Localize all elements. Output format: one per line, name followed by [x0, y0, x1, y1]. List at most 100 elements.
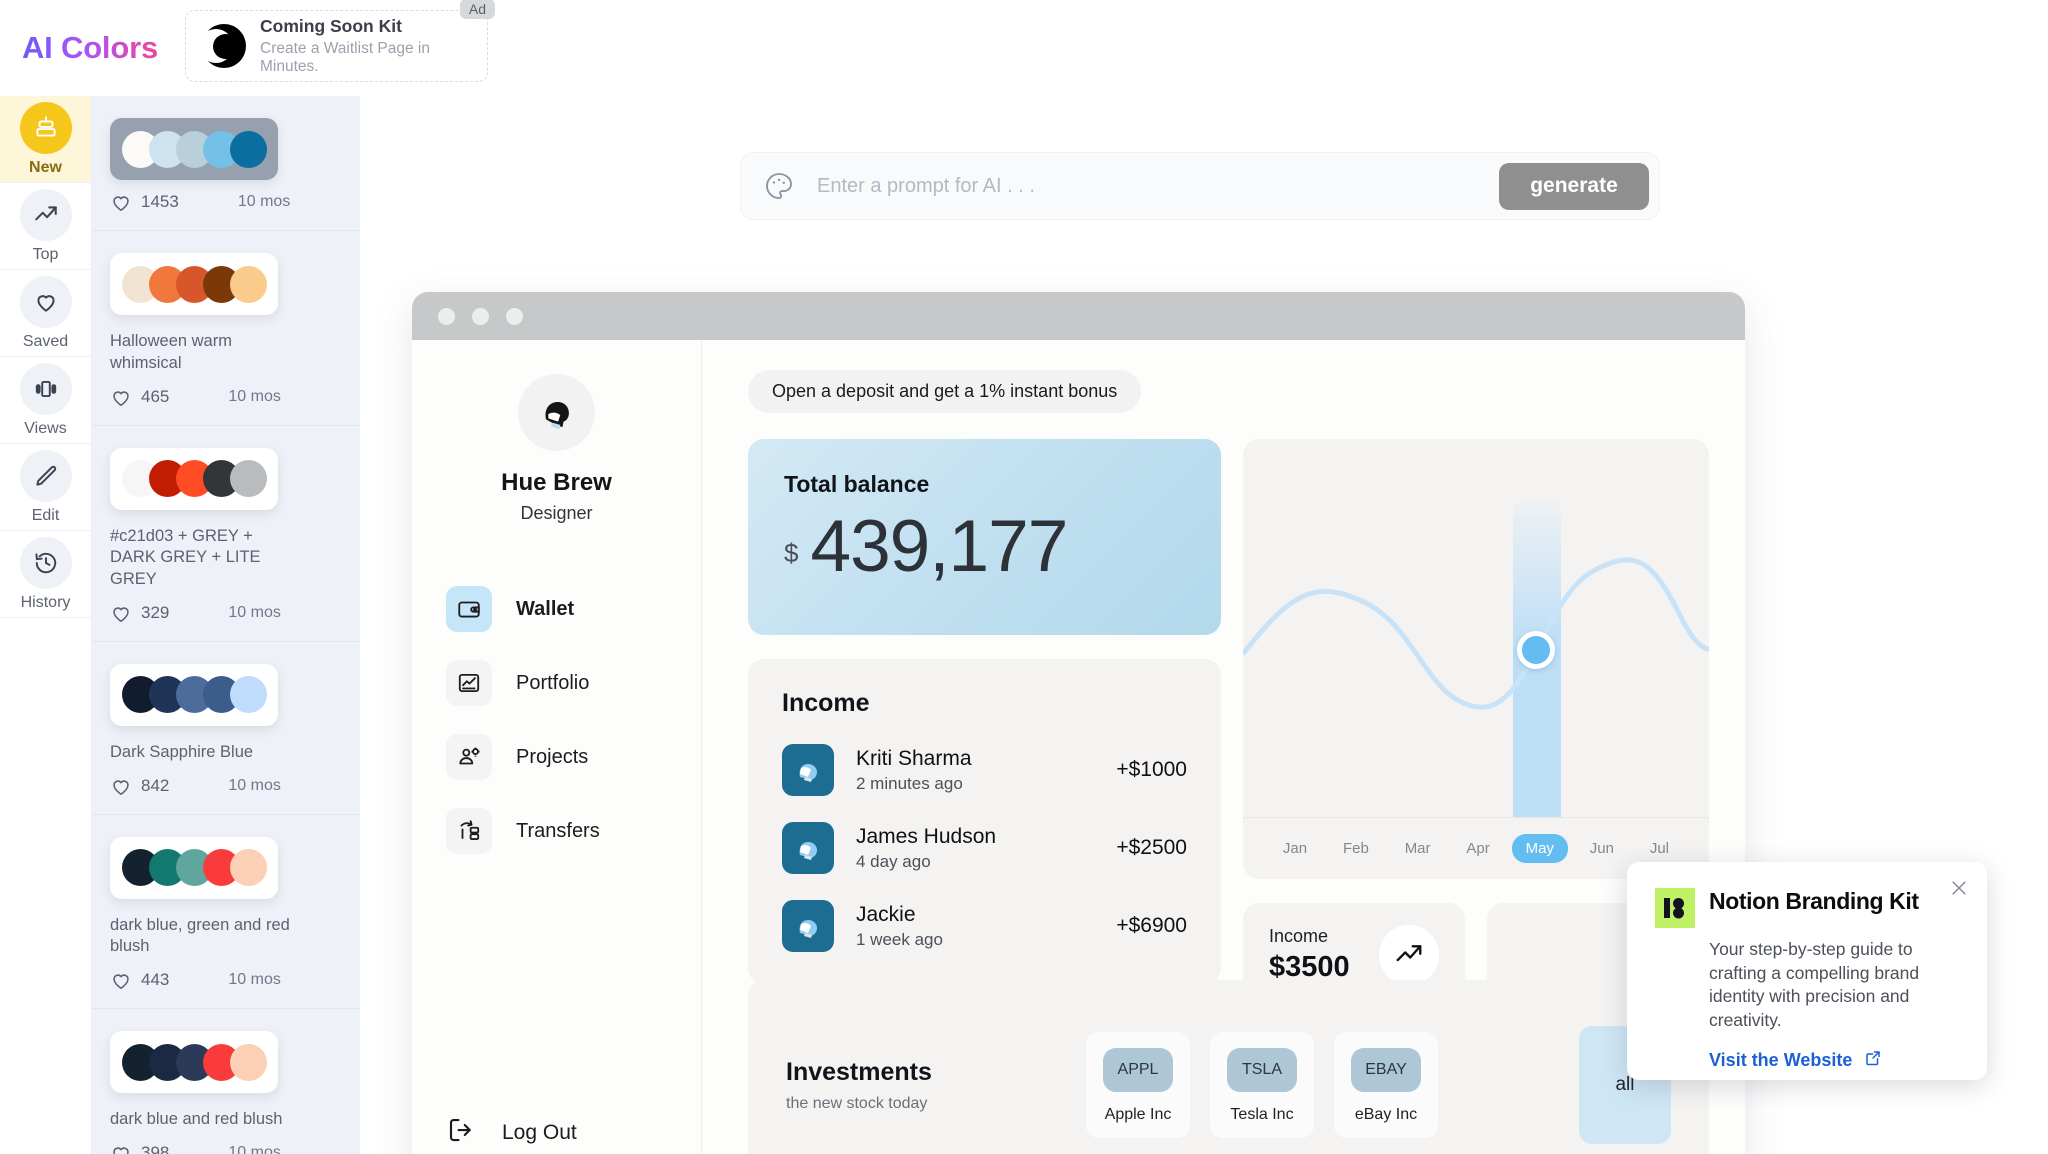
- preview-nav-portfolio[interactable]: Portfolio: [446, 660, 701, 706]
- income-row[interactable]: James Hudson 4 day ago +$2500: [782, 822, 1187, 874]
- rail-label-new: New: [29, 158, 62, 176]
- palette-swatch-card[interactable]: [110, 118, 278, 180]
- carousel-icon: [19, 362, 72, 415]
- preview-main: Open a deposit and get a 1% instant bonu…: [702, 340, 1745, 1154]
- palette-age: 10 mos: [228, 1143, 281, 1154]
- income-timestamp: 2 minutes ago: [856, 773, 963, 793]
- window-dot-maximize[interactable]: [506, 307, 523, 325]
- income-avatar: [782, 900, 834, 952]
- rail-label-saved: Saved: [22, 332, 69, 350]
- income-timestamp: 4 day ago: [856, 851, 931, 871]
- logout-button[interactable]: Log Out: [446, 1115, 577, 1150]
- chart-selected-marker[interactable]: [1517, 631, 1556, 669]
- generate-button[interactable]: generate: [1499, 162, 1649, 210]
- rail-item-saved[interactable]: Saved: [0, 270, 91, 357]
- income-person-name: Jackie: [856, 902, 916, 926]
- chart-x-tick[interactable]: Jun: [1576, 834, 1628, 863]
- left-nav-rail: New Top Saved Views Edit History: [0, 96, 92, 1154]
- profile-name: Hue Brew: [501, 469, 612, 496]
- rail-item-history[interactable]: History: [0, 531, 91, 618]
- palette-swatch-card[interactable]: [110, 253, 278, 315]
- palette-like-count: 329: [141, 602, 170, 622]
- investment-chip[interactable]: EBAY eBay Inc: [1334, 1032, 1438, 1138]
- investments-title: Investments: [786, 1057, 932, 1086]
- app-logo[interactable]: AI Colors: [22, 30, 158, 66]
- heart-icon[interactable]: [110, 192, 132, 212]
- palette-swatch-card[interactable]: [110, 663, 278, 726]
- heart-icon[interactable]: [110, 776, 132, 796]
- palette-swatch-card[interactable]: [110, 836, 278, 899]
- deposit-banner[interactable]: Open a deposit and get a 1% instant bonu…: [748, 370, 1142, 413]
- heart-icon: [19, 275, 72, 328]
- window-dot-minimize[interactable]: [472, 307, 489, 325]
- heart-icon[interactable]: [110, 387, 132, 407]
- palette-list-item[interactable]: dark blue and red blush 398 10 mos: [92, 1009, 360, 1154]
- prompt-bar: generate: [740, 152, 1660, 220]
- investment-chip[interactable]: APPL Apple Inc: [1086, 1032, 1190, 1138]
- clock-history-icon: [19, 536, 72, 589]
- investment-name: Apple Inc: [1104, 1106, 1172, 1123]
- chart-x-tick[interactable]: Feb: [1329, 834, 1383, 863]
- income-card: Income Kriti Sharma 2 minutes ago +$1000…: [748, 659, 1221, 984]
- income-title: Income: [782, 689, 870, 717]
- rail-item-new[interactable]: New: [0, 96, 91, 183]
- visit-website-link[interactable]: Visit the Website: [1709, 1049, 1959, 1072]
- income-row[interactable]: Kriti Sharma 2 minutes ago +$1000: [782, 744, 1187, 796]
- heart-icon[interactable]: [110, 1143, 132, 1154]
- ad-badge: Ad: [459, 0, 495, 19]
- rail-item-edit[interactable]: Edit: [0, 444, 91, 531]
- palette-swatch-card[interactable]: [110, 447, 278, 510]
- palette-list-item[interactable]: 1453 10 mos: [92, 96, 360, 231]
- income-amount: +$6900: [1116, 914, 1187, 937]
- palette-list-item[interactable]: dark blue, green and red blush 443 10 mo…: [92, 815, 360, 1010]
- moon-icon: [199, 24, 246, 68]
- notion-popup-body: Your step-by-step guide to crafting a co…: [1709, 939, 1920, 1030]
- heart-icon[interactable]: [110, 970, 132, 990]
- preview-nav-label-projects: Projects: [516, 745, 589, 768]
- wallet-icon: [446, 586, 492, 632]
- palette-like-count: 443: [141, 970, 170, 990]
- palette-name: dark blue, green and red blush: [110, 915, 290, 956]
- window-dot-close[interactable]: [438, 307, 455, 325]
- preview-nav: Wallet Portfolio Projects Transfers: [412, 586, 701, 882]
- palette-list-item[interactable]: Halloween warm whimsical 465 10 mos: [92, 231, 360, 426]
- chart-x-tick[interactable]: Jul: [1636, 834, 1683, 863]
- investment-chip[interactable]: TSLA Tesla Inc: [1210, 1032, 1314, 1138]
- preview-nav-wallet[interactable]: Wallet: [446, 586, 701, 632]
- preview-nav-label-wallet: Wallet: [516, 597, 575, 620]
- top-bar: AI Colors Ad Coming Soon Kit Create a Wa…: [0, 0, 2048, 96]
- rail-item-views[interactable]: Views: [0, 357, 91, 444]
- income-person-name: James Hudson: [856, 824, 997, 848]
- transfer-icon: [446, 808, 492, 854]
- preview-nav-transfers[interactable]: Transfers: [446, 808, 701, 854]
- app-root: AI Colors Ad Coming Soon Kit Create a Wa…: [0, 0, 2048, 1154]
- palette-like-count: 842: [141, 775, 170, 795]
- palette-age: 10 mos: [228, 971, 281, 989]
- heart-icon[interactable]: [110, 603, 132, 623]
- chart-line: [1243, 557, 1709, 710]
- palette-swatch-dot: [229, 265, 267, 303]
- palette-meta: 1453 10 mos: [110, 192, 342, 212]
- palette-swatch-card[interactable]: [110, 1031, 278, 1094]
- palette-list[interactable]: 1453 10 mos Halloween warm whimsical 465…: [92, 96, 360, 1154]
- palette-like-count: 465: [141, 386, 170, 406]
- prompt-input[interactable]: [795, 174, 1499, 198]
- income-stat-label: Income: [1269, 926, 1329, 946]
- palette-list-item[interactable]: Dark Sapphire Blue 842 10 mos: [92, 642, 360, 815]
- chart-x-tick[interactable]: Mar: [1391, 834, 1445, 863]
- pencil-icon: [19, 449, 72, 502]
- palette-name: dark blue and red blush: [110, 1110, 283, 1129]
- palette-list-item[interactable]: #c21d03 + GREY + DARK GREY + LITE GREY 3…: [92, 426, 360, 642]
- chart-x-tick[interactable]: Apr: [1452, 834, 1503, 863]
- close-icon[interactable]: [1949, 878, 1969, 898]
- palette-swatch-dot: [229, 849, 267, 887]
- preview-nav-projects[interactable]: Projects: [446, 734, 701, 780]
- chart-x-tick[interactable]: Jan: [1269, 834, 1321, 863]
- ad-banner[interactable]: Ad Coming Soon Kit Create a Waitlist Pag…: [185, 0, 495, 82]
- preview-nav-label-portfolio: Portfolio: [516, 671, 590, 694]
- palette-swatch-dot: [229, 1043, 267, 1081]
- chart-x-tick[interactable]: May: [1511, 834, 1568, 863]
- income-avatar: [782, 744, 834, 796]
- rail-item-top[interactable]: Top: [0, 183, 91, 270]
- income-row[interactable]: Jackie 1 week ago +$6900: [782, 900, 1187, 952]
